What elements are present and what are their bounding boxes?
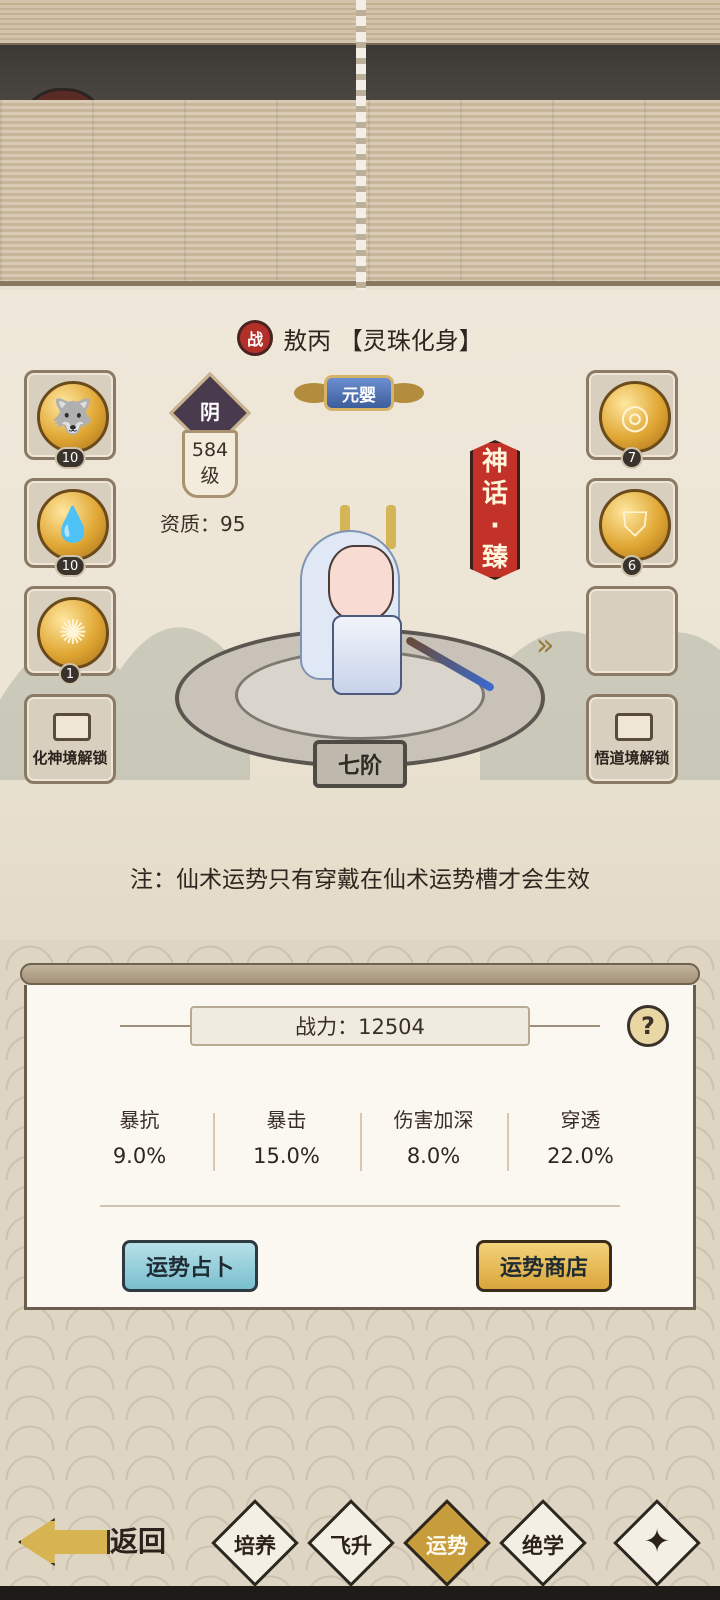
fortune-note: 注：仙术运势只有穿戴在仙术运势槽才会生效 [130, 867, 590, 893]
aptitude-text: 资质：95 [160, 512, 246, 536]
tab-cultivate[interactable]: 培养 [211, 1499, 299, 1587]
honey-drop-icon: 💧 [37, 489, 109, 561]
power-line-right [530, 1025, 600, 1027]
back-button[interactable]: 返回 [18, 1512, 198, 1572]
locked-scroll-icon [53, 713, 91, 741]
lock-label: 悟道境解锁 [594, 749, 670, 767]
scroll-rod [20, 963, 700, 985]
character-face [328, 545, 394, 621]
tab-label: 培养 [234, 1534, 276, 1558]
rarity-char: 神 [481, 447, 508, 477]
help-button[interactable]: ? [627, 1005, 669, 1047]
stat-label: 穿透 [560, 1108, 601, 1132]
stat-label: 暴击 [266, 1108, 307, 1132]
bottom-strip [0, 1586, 720, 1600]
empty-slot-right[interactable] [586, 586, 678, 676]
tab-ultimate[interactable]: 绝学 [499, 1499, 587, 1587]
level-unit: 级 [200, 465, 220, 487]
level-value: 584 [191, 439, 229, 461]
four-point-star-icon: ✦ [643, 1522, 671, 1560]
tab-fortune[interactable]: 运势 [403, 1499, 491, 1587]
tab-ascend[interactable]: 飞升 [307, 1499, 395, 1587]
section-divider [100, 1205, 620, 1207]
stat-value: 22.0% [547, 1144, 614, 1168]
character-name: 敖丙 【灵珠化身】 [283, 326, 483, 355]
locked-scroll-icon [615, 713, 653, 741]
realm-label: 元婴 [324, 375, 394, 411]
talisman-slot-right-1[interactable]: ◎ 7 [586, 370, 678, 469]
war-badge: 战 [237, 320, 274, 356]
stat-label: 伤害加深 [393, 1108, 474, 1132]
stat-value: 15.0% [253, 1144, 320, 1168]
stat-damage-boost: 伤害加深 8.0% [360, 1105, 507, 1175]
level-plate: 584 级 [182, 430, 238, 498]
realm-badge: 元婴 [294, 375, 424, 411]
tab-label: 飞升 [330, 1534, 372, 1558]
character-name-row: 战 敖丙 【灵珠化身】 [0, 318, 720, 358]
locked-slot-left[interactable]: 化神境解锁 [24, 694, 116, 784]
fortune-shop-button[interactable]: 运势商店 [476, 1240, 612, 1292]
stat-label: 暴抗 [119, 1108, 160, 1132]
talisman-slot-left-2[interactable]: 💧 10 [24, 478, 116, 577]
curtain-string [356, 0, 366, 290]
talisman-slot-left-1[interactable]: 🐺 10 [24, 370, 116, 469]
slot-count: 10 [54, 555, 86, 577]
fortune-divination-button[interactable]: 运势占卜 [122, 1240, 258, 1292]
lock-label: 化神境解锁 [32, 749, 108, 767]
tab-extra[interactable]: ✦ [613, 1499, 701, 1587]
stat-penetration: 穿透 22.0% [507, 1105, 654, 1175]
helmet-icon: ⛉ [599, 489, 671, 561]
back-arrow-icon [18, 1518, 110, 1566]
vortex-icon: ✺ [37, 597, 109, 669]
chevron-right-icon[interactable]: » [536, 628, 554, 663]
horn-right [386, 505, 396, 549]
yin-label: 阴 [200, 400, 220, 424]
stat-crit: 暴击 15.0% [213, 1105, 360, 1175]
stage-plate: 七阶 [313, 740, 407, 788]
tab-label: 绝学 [522, 1534, 564, 1558]
wolf-emblem-icon: 🐺 [37, 381, 109, 453]
back-label: 返回 [110, 1525, 167, 1558]
character-robe [332, 615, 402, 695]
character-sprite[interactable] [290, 505, 430, 695]
locked-slot-right[interactable]: 悟道境解锁 [586, 694, 678, 784]
rarity-char: 话 [481, 479, 508, 509]
power-line-left [120, 1025, 190, 1027]
stat-value: 8.0% [406, 1144, 461, 1168]
stat-value: 9.0% [112, 1144, 167, 1168]
tab-label: 运势 [426, 1534, 468, 1558]
talisman-slot-left-3[interactable]: ✺ 1 [24, 586, 116, 685]
swirl-emblem-icon: ◎ [599, 381, 671, 453]
rarity-char: · [490, 511, 500, 541]
rarity-char: 臻 [481, 543, 508, 573]
talisman-slot-right-2[interactable]: ⛉ 6 [586, 478, 678, 577]
stats-row: 暴抗 9.0% 暴击 15.0% 伤害加深 8.0% 穿透 22.0% [66, 1105, 654, 1175]
stat-crit-resist: 暴抗 9.0% [66, 1105, 213, 1175]
combat-power: 战力：12504 [190, 1006, 530, 1046]
slot-count: 10 [54, 447, 86, 469]
rarity-banner: 神 话 · 臻 [470, 440, 520, 580]
